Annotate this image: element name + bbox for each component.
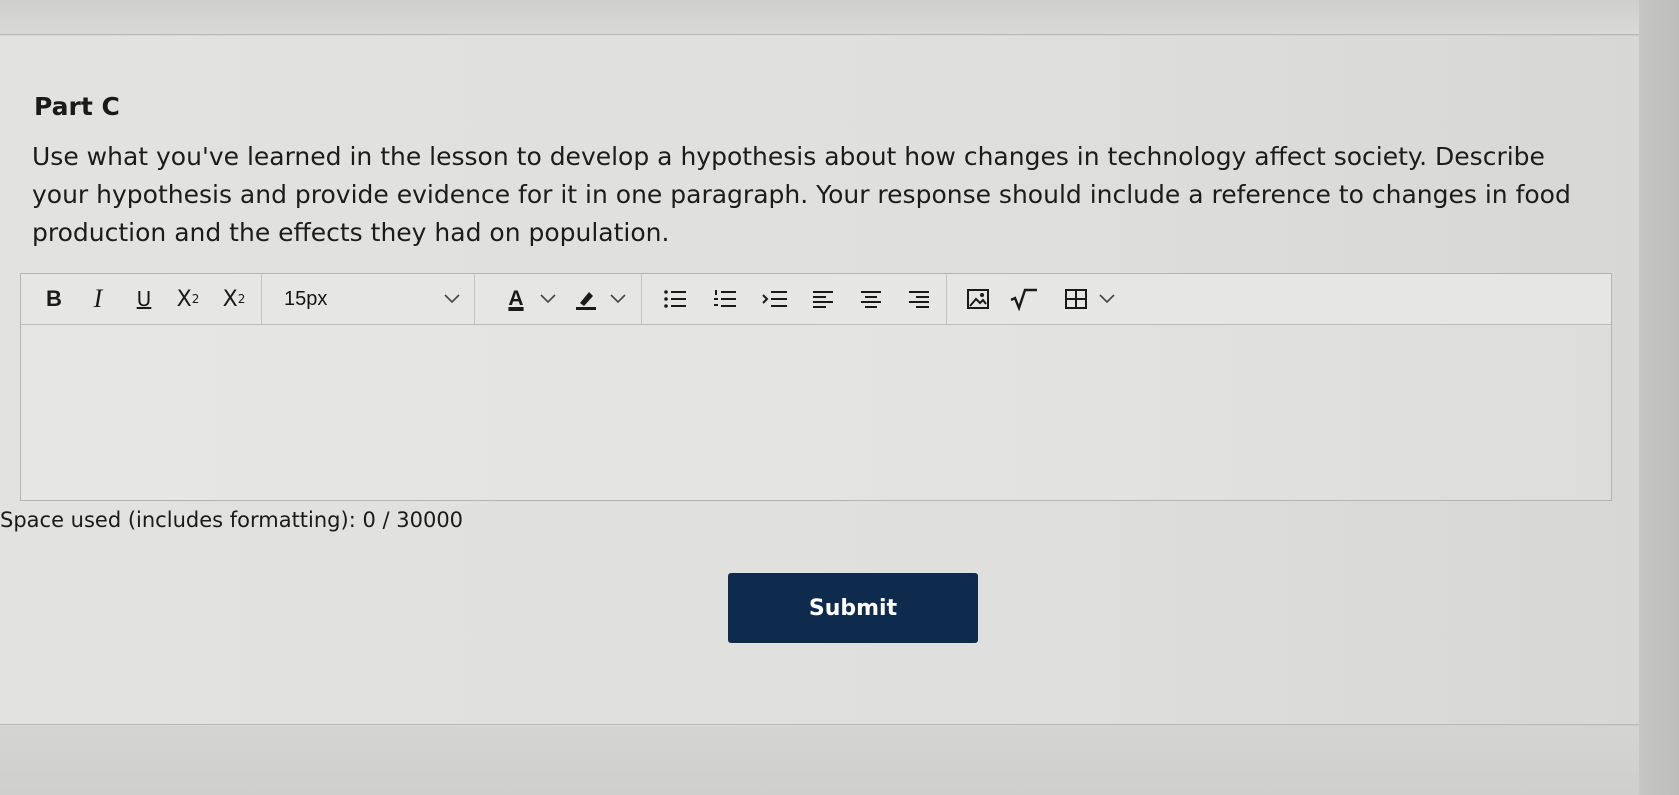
response-text-area[interactable]	[21, 325, 1611, 500]
align-left-icon	[813, 291, 833, 308]
subscript-button[interactable]: X2	[215, 280, 253, 318]
numbered-list-button[interactable]	[706, 280, 744, 318]
editor-toolbar: B I U X2 X2 15px A	[21, 274, 1611, 325]
format-group: B I U X2 X2	[21, 274, 262, 324]
image-icon	[967, 289, 989, 309]
align-center-icon	[861, 291, 881, 308]
align-right-button[interactable]	[900, 280, 938, 318]
top-strip	[0, 0, 1679, 35]
superscript-button[interactable]: X2	[169, 280, 207, 318]
align-left-button[interactable]	[804, 280, 842, 318]
chevron-down-icon	[540, 294, 556, 304]
highlight-button[interactable]	[567, 280, 605, 318]
list-align-group	[642, 274, 947, 324]
font-size-value: 15px	[284, 287, 328, 310]
square-root-icon	[1010, 288, 1037, 311]
indent-button[interactable]	[756, 280, 794, 318]
superscript-base: X	[176, 286, 192, 312]
color-group: A	[475, 274, 642, 324]
align-right-icon	[909, 291, 929, 308]
font-size-select[interactable]: 15px	[262, 280, 474, 318]
space-used-counter: Space used (includes formatting): 0 / 30…	[0, 508, 464, 532]
chevron-down-icon	[444, 291, 460, 307]
highlighter-icon	[576, 292, 596, 310]
font-color-dropdown[interactable]	[535, 280, 561, 318]
bold-button[interactable]: B	[35, 280, 73, 318]
subscript-mark: 2	[237, 292, 246, 306]
rich-text-editor: B I U X2 X2 15px A	[20, 273, 1612, 501]
numbered-list-icon	[714, 290, 736, 307]
question-prompt: Use what you've learned in the lesson to…	[32, 142, 1571, 247]
table-dropdown[interactable]	[1095, 280, 1119, 318]
subscript-base: X	[222, 286, 238, 312]
insert-table-button[interactable]	[1057, 280, 1095, 318]
bullet-list-button[interactable]	[656, 280, 694, 318]
insert-group	[947, 274, 1119, 324]
indent-icon	[762, 291, 787, 307]
align-center-button[interactable]	[852, 280, 890, 318]
underline-button[interactable]: U	[125, 280, 163, 318]
font-size-group: 15px	[262, 274, 475, 324]
table-icon	[1065, 289, 1087, 309]
submit-button[interactable]: Submit	[728, 573, 978, 643]
superscript-mark: 2	[191, 292, 200, 306]
insert-image-button[interactable]	[959, 280, 997, 318]
chevron-down-icon	[610, 294, 626, 304]
part-title: Part C	[34, 92, 120, 121]
scrollbar-track[interactable]	[1639, 0, 1679, 795]
bullet-list-icon	[664, 290, 686, 308]
highlight-dropdown[interactable]	[605, 280, 631, 318]
chevron-down-icon	[1099, 294, 1115, 304]
bottom-strip	[0, 726, 1640, 795]
font-color-button[interactable]: A	[497, 280, 535, 318]
italic-button[interactable]: I	[79, 280, 117, 318]
insert-equation-button[interactable]	[1005, 280, 1043, 318]
